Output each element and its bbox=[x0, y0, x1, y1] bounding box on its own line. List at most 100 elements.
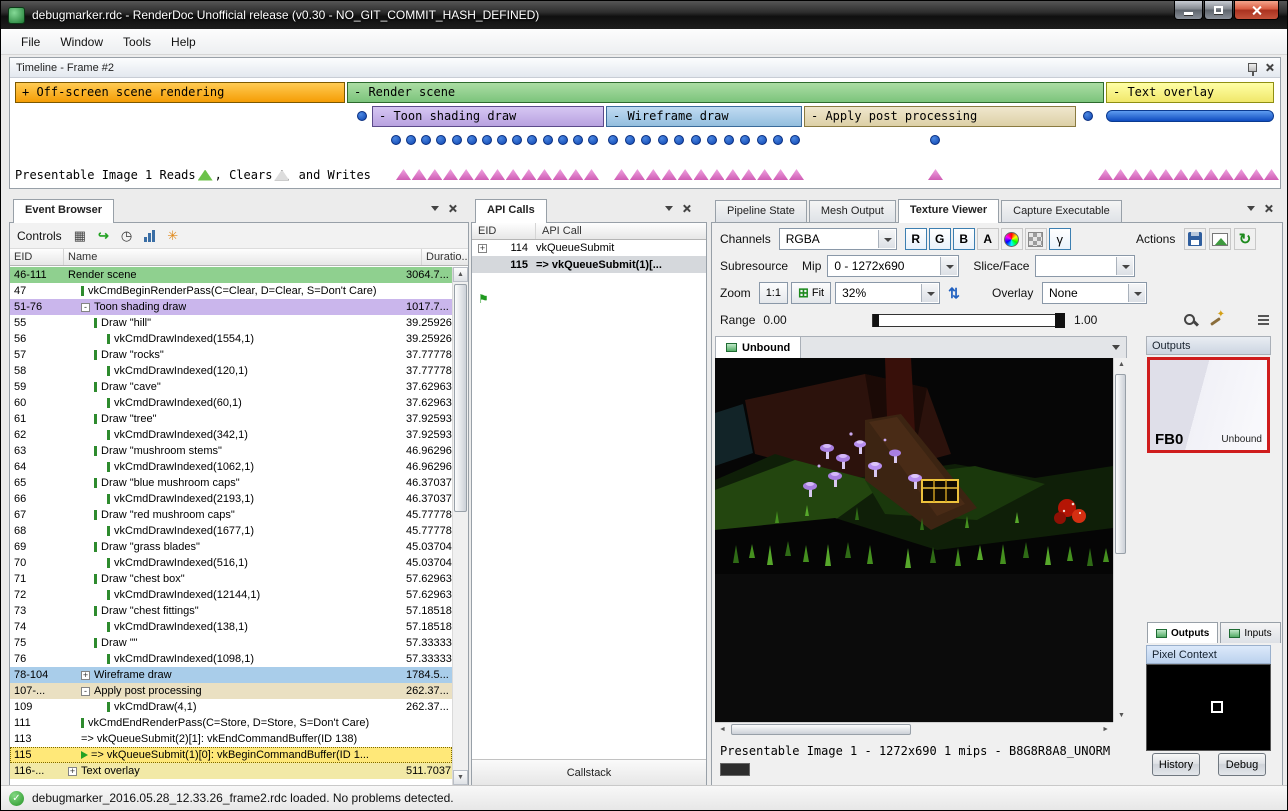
timeline-bar-text-overlay[interactable]: - Text overlay bbox=[1106, 82, 1274, 103]
framebuffer-thumbnail[interactable]: FB0 Unbound bbox=[1147, 357, 1270, 453]
menu-window[interactable]: Window bbox=[50, 31, 113, 53]
write-marker-icon[interactable] bbox=[521, 169, 536, 180]
collapse-icon[interactable]: - bbox=[81, 303, 90, 312]
write-marker-icon[interactable] bbox=[773, 169, 788, 180]
timeline-bar-toon-shading[interactable]: - Toon shading draw bbox=[372, 106, 604, 127]
draw-event-dot[interactable] bbox=[588, 135, 598, 145]
draw-event-dot[interactable] bbox=[930, 135, 940, 145]
event-row[interactable]: 75Draw ""57.33333 bbox=[10, 635, 452, 651]
range-slider[interactable] bbox=[872, 314, 1064, 327]
menu-file[interactable]: File bbox=[11, 31, 50, 53]
event-row[interactable]: 113=> vkQueueSubmit(2)[1]: vkEndCommandB… bbox=[10, 731, 452, 747]
tab-capture-executable[interactable]: Capture Executable bbox=[1001, 200, 1122, 223]
autofit-wand-icon[interactable] bbox=[1208, 312, 1224, 328]
write-marker-icon[interactable] bbox=[1173, 169, 1188, 180]
jump-to-eid-icon[interactable]: ↪ bbox=[98, 229, 109, 242]
write-marker-icon[interactable] bbox=[1143, 169, 1158, 180]
overlay-select[interactable]: None bbox=[1042, 282, 1147, 304]
menu-tools[interactable]: Tools bbox=[113, 31, 161, 53]
event-browser-scrollbar[interactable]: ▲ ▼ bbox=[452, 267, 468, 785]
write-marker-icon[interactable] bbox=[1189, 169, 1204, 180]
event-row[interactable]: 109vkCmdDraw(4,1)262.37... bbox=[10, 699, 452, 715]
draw-event-dot[interactable] bbox=[527, 135, 537, 145]
write-marker-icon[interactable] bbox=[1264, 169, 1279, 180]
debug-button[interactable]: Debug bbox=[1218, 753, 1266, 776]
checkerboard-button[interactable] bbox=[1025, 228, 1047, 250]
write-marker-icon[interactable] bbox=[553, 169, 568, 180]
channel-g-button[interactable]: G bbox=[929, 228, 951, 250]
close-panel-icon[interactable] bbox=[448, 204, 457, 213]
timeline-current-section-bar[interactable] bbox=[1106, 110, 1274, 122]
timeline-bar-offscreen[interactable]: + Off-screen scene rendering bbox=[15, 82, 345, 103]
zoom-1to1-button[interactable]: 1:1 bbox=[759, 282, 788, 304]
event-row[interactable]: 60vkCmdDrawIndexed(60,1)37.62963 bbox=[10, 395, 452, 411]
write-marker-icon[interactable] bbox=[443, 169, 458, 180]
panel-menu-icon[interactable] bbox=[665, 206, 673, 211]
write-marker-icon[interactable] bbox=[584, 169, 599, 180]
api-call-row[interactable]: +114vkQueueSubmit bbox=[472, 240, 706, 256]
write-marker-icon[interactable] bbox=[427, 169, 442, 180]
draw-event-dot[interactable] bbox=[421, 135, 431, 145]
write-marker-icon[interactable] bbox=[725, 169, 740, 180]
pixel-context-canvas[interactable] bbox=[1146, 664, 1271, 751]
write-marker-icon[interactable] bbox=[1098, 169, 1113, 180]
event-row[interactable]: 67Draw "red mushroom caps"45.77778 bbox=[10, 507, 452, 523]
draw-event-dot[interactable] bbox=[543, 135, 553, 145]
draw-event-dot[interactable] bbox=[707, 135, 717, 145]
panel-menu-icon[interactable] bbox=[1247, 206, 1255, 211]
panel-menu-icon[interactable] bbox=[431, 206, 439, 211]
open-texture-list-button[interactable] bbox=[1209, 228, 1231, 250]
write-marker-icon[interactable] bbox=[474, 169, 489, 180]
draw-event-dot[interactable] bbox=[452, 135, 462, 145]
history-button[interactable]: History bbox=[1152, 753, 1200, 776]
durations-graph-icon[interactable] bbox=[144, 230, 155, 242]
range-handle-white[interactable] bbox=[1055, 313, 1065, 328]
channel-a-button[interactable]: A bbox=[977, 228, 999, 250]
write-marker-icon[interactable] bbox=[1128, 169, 1143, 180]
event-row[interactable]: 111vkCmdEndRenderPass(C=Store, D=Store, … bbox=[10, 715, 452, 731]
event-row[interactable]: 47vkCmdBeginRenderPass(C=Clear, D=Clear,… bbox=[10, 283, 452, 299]
draw-event-dot[interactable] bbox=[625, 135, 635, 145]
timeline-bar-post-process[interactable]: - Apply post processing bbox=[804, 106, 1076, 127]
event-row[interactable]: 59Draw "cave"37.62963 bbox=[10, 379, 452, 395]
write-marker-icon[interactable] bbox=[614, 169, 629, 180]
event-row[interactable]: 74vkCmdDrawIndexed(138,1)57.18518 bbox=[10, 619, 452, 635]
pin-icon[interactable] bbox=[1248, 63, 1257, 72]
scroll-up-icon[interactable]: ▲ bbox=[453, 267, 468, 282]
column-eid[interactable]: EID bbox=[472, 223, 536, 239]
write-marker-icon[interactable] bbox=[928, 169, 943, 180]
columns-icon[interactable]: ▦ bbox=[74, 229, 86, 242]
maximize-button[interactable] bbox=[1204, 1, 1233, 20]
refresh-button[interactable]: ↻ bbox=[1234, 228, 1256, 250]
texture-vertical-scrollbar[interactable]: ▲ ▼ bbox=[1113, 358, 1127, 722]
range-options-icon[interactable] bbox=[1258, 315, 1269, 325]
scrollbar-thumb[interactable] bbox=[731, 724, 911, 735]
event-row[interactable]: 107-...-Apply post processing262.37... bbox=[10, 683, 452, 699]
write-marker-icon[interactable] bbox=[396, 169, 411, 180]
tab-texture-viewer[interactable]: Texture Viewer bbox=[898, 199, 999, 223]
callstack-section[interactable]: Callstack bbox=[472, 759, 706, 785]
read-marker-icon[interactable] bbox=[198, 170, 213, 181]
event-row[interactable]: 69Draw "grass blades"45.03704 bbox=[10, 539, 452, 555]
write-marker-icon[interactable] bbox=[1219, 169, 1234, 180]
write-marker-icon[interactable] bbox=[459, 169, 474, 180]
write-marker-icon[interactable] bbox=[678, 169, 693, 180]
zoom-range-icon[interactable] bbox=[1182, 312, 1198, 328]
draw-event-dot[interactable] bbox=[773, 135, 783, 145]
write-marker-icon[interactable] bbox=[1204, 169, 1219, 180]
write-marker-icon[interactable] bbox=[537, 169, 552, 180]
draw-event-dot[interactable] bbox=[391, 135, 401, 145]
event-row[interactable]: 65Draw "blue mushroom caps"46.37037 bbox=[10, 475, 452, 491]
write-marker-icon[interactable] bbox=[490, 169, 505, 180]
minimize-button[interactable] bbox=[1174, 1, 1203, 20]
write-marker-icon[interactable] bbox=[789, 169, 804, 180]
write-marker-icon[interactable] bbox=[709, 169, 724, 180]
scrollbar-thumb[interactable] bbox=[454, 284, 467, 512]
close-panel-icon[interactable] bbox=[1264, 204, 1273, 213]
draw-event-dot[interactable] bbox=[674, 135, 684, 145]
draw-event-dot[interactable] bbox=[467, 135, 477, 145]
collapse-icon[interactable]: - bbox=[81, 687, 90, 696]
expand-icon[interactable]: + bbox=[68, 767, 77, 776]
event-row[interactable]: 71Draw "chest box"57.62963 bbox=[10, 571, 452, 587]
range-handle-black[interactable] bbox=[873, 314, 879, 327]
